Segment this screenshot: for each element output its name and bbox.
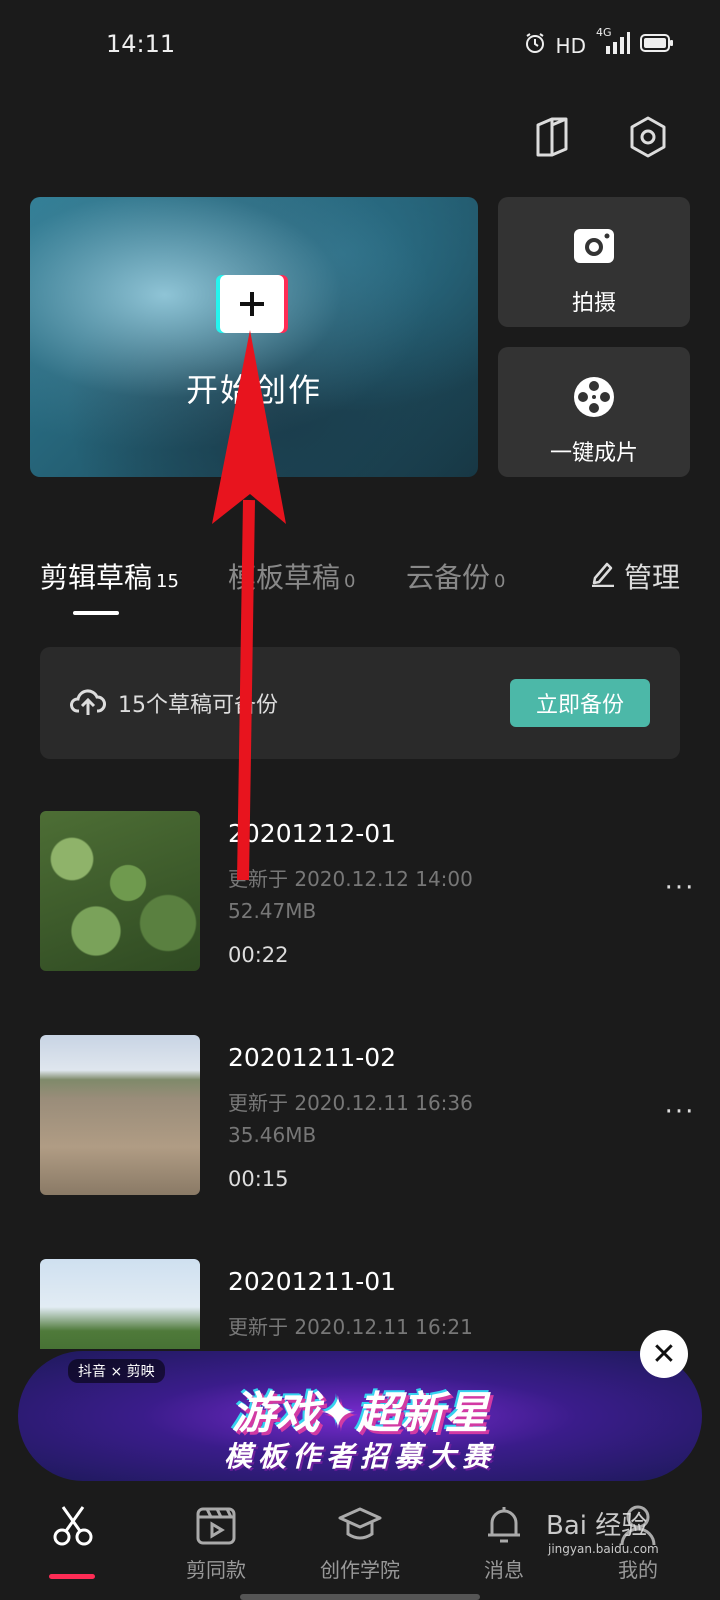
home-indicator[interactable]	[240, 1594, 480, 1600]
draft-tabs: 剪辑草稿 15 模板草稿 0 云备份 0 管理	[0, 556, 720, 626]
manage-button[interactable]: 管理	[590, 556, 680, 596]
shoot-label: 拍摄	[571, 291, 616, 316]
tab-count: 0	[344, 571, 356, 592]
draft-item[interactable]: 20201211-01 更新于 2020.12.11 16:21	[40, 1259, 700, 1349]
watermark-main: Bai 经验	[546, 1511, 648, 1541]
nav-label: 我的	[618, 1558, 658, 1582]
nav-label: 消息	[484, 1558, 524, 1582]
draft-thumbnail[interactable]	[40, 1035, 200, 1195]
nav-label: 创作学院	[320, 1558, 400, 1582]
tab-label: 剪辑草稿	[40, 561, 153, 594]
banner-subtitle: 模板作者招募大赛	[223, 1440, 496, 1473]
tab-edit-drafts[interactable]: 剪辑草稿 15	[40, 556, 179, 596]
draft-size: 52.47MB	[228, 899, 317, 923]
watermark-sub: jingyan.baidu.com	[548, 1542, 659, 1556]
camera-icon	[498, 225, 690, 267]
scissors-icon	[13, 1502, 133, 1548]
film-reel-icon	[498, 375, 690, 419]
tab-label: 云备份	[406, 561, 491, 594]
status-icons: HD 4G	[524, 26, 674, 59]
nav-item-academy[interactable]: 创作学院	[300, 1502, 420, 1583]
draft-title: 20201212-01	[228, 819, 397, 848]
nav-item-templates[interactable]: 剪同款	[156, 1502, 276, 1583]
draft-size: 35.46MB	[228, 1123, 317, 1147]
status-bar: 14:11 HD 4G	[0, 0, 720, 90]
close-icon[interactable]: ✕	[640, 1330, 688, 1378]
nav-item-edit[interactable]	[13, 1502, 133, 1554]
settings-gear-icon[interactable]	[626, 112, 670, 162]
draft-updated: 更新于 2020.12.11 16:36	[228, 1091, 473, 1115]
more-options-icon[interactable]: ···	[660, 873, 700, 903]
status-time: 14:11	[106, 30, 176, 58]
tab-template-drafts[interactable]: 模板草稿 0	[228, 556, 355, 596]
active-tab-indicator	[73, 611, 119, 615]
draft-thumbnail[interactable]	[40, 811, 200, 971]
tab-label: 模板草稿	[228, 561, 341, 594]
tab-count: 15	[156, 571, 179, 592]
draft-item[interactable]: 20201211-02 更新于 2020.12.11 16:36 35.46MB…	[40, 1035, 700, 1195]
more-options-icon[interactable]: ···	[660, 1097, 700, 1127]
draft-duration: 00:22	[228, 943, 289, 967]
hd-indicator: HD	[555, 33, 586, 58]
nav-active-indicator	[49, 1574, 95, 1579]
draft-title: 20201211-01	[228, 1267, 397, 1296]
battery-icon	[640, 33, 674, 58]
tutorial-book-icon[interactable]	[530, 112, 574, 162]
alarm-icon	[524, 32, 546, 59]
draft-duration: 00:15	[228, 1167, 289, 1191]
draft-item[interactable]: 20201212-01 更新于 2020.12.12 14:00 52.47MB…	[40, 811, 700, 971]
promo-banner[interactable]: 抖音 × 剪映 游戏✦超新星 模板作者招募大赛	[18, 1351, 702, 1481]
graduation-cap-icon	[300, 1502, 420, 1548]
edit-pencil-icon	[590, 559, 616, 594]
draft-updated: 更新于 2020.12.12 14:00	[228, 867, 473, 891]
draft-thumbnail[interactable]	[40, 1259, 200, 1349]
backup-bar: 15个草稿可备份 立即备份	[40, 647, 680, 759]
manage-label: 管理	[623, 561, 680, 594]
plus-icon	[220, 275, 284, 333]
one-click-video-button[interactable]: 一键成片	[498, 347, 690, 477]
network-type: 4G	[596, 26, 612, 39]
backup-message: 15个草稿可备份	[118, 693, 278, 718]
draft-title: 20201211-02	[228, 1043, 397, 1072]
one-click-video-label: 一键成片	[549, 441, 638, 466]
start-creation-card[interactable]: 开始创作	[30, 197, 478, 477]
tab-cloud-backup[interactable]: 云备份 0	[406, 556, 505, 596]
banner-title: 游戏✦超新星	[231, 1388, 489, 1439]
clapperboard-icon	[156, 1502, 276, 1548]
cloud-upload-icon	[70, 685, 106, 721]
watermark: Bai 经验 jingyan.baidu.com	[546, 1505, 659, 1556]
backup-now-button[interactable]: 立即备份	[510, 679, 650, 727]
start-creation-label: 开始创作	[185, 371, 322, 409]
nav-label: 剪同款	[186, 1558, 246, 1582]
signal-icon: 4G	[596, 26, 630, 59]
shoot-button[interactable]: 拍摄	[498, 197, 690, 327]
draft-updated: 更新于 2020.12.11 16:21	[228, 1315, 473, 1339]
tab-count: 0	[494, 571, 506, 592]
